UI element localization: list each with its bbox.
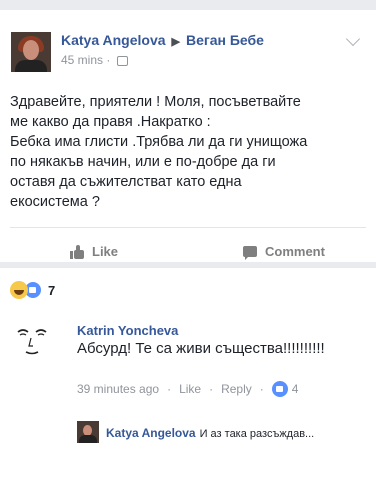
author-name[interactable]: Katya Angelova (61, 32, 166, 48)
reply-author-name[interactable]: Katya Angelova (106, 426, 196, 440)
like-reaction-icon (271, 381, 288, 397)
post-card: Katya Angelova ▶ Веган Бебе 45 mins · Здра… (0, 10, 376, 262)
author-avatar[interactable] (11, 32, 51, 72)
reply-text: И аз така разсъждав... (199, 428, 315, 440)
commenter-avatar[interactable] (12, 320, 52, 360)
comment-label: Comment (265, 244, 325, 259)
comments-section: 7 Katrin Yoncheva Абсурд! Те са живи същ… (0, 268, 376, 494)
post-text: Здравейте, приятели ! Моля, посъветвайте… (10, 94, 308, 210)
haha-reaction-icon (10, 281, 28, 299)
thumbs-up-icon (70, 244, 84, 259)
comment-reply-button[interactable]: Reply (221, 382, 252, 396)
comment-like-button[interactable]: Like (179, 382, 201, 396)
post-body: Здравейте, приятели ! Моля, посъветвайте… (10, 92, 366, 212)
comment-time[interactable]: 39 minutes ago (77, 382, 159, 396)
comment-icon (243, 246, 257, 260)
comment-button[interactable]: Comment (243, 244, 325, 260)
post-header: Katya Angelova ▶ Веган Бебе (61, 32, 264, 48)
like-button[interactable]: Like (70, 244, 118, 259)
chevron-down-icon[interactable] (345, 31, 361, 47)
group-name[interactable]: Веган Бебе (186, 32, 264, 48)
comment-like-count[interactable]: 4 (292, 382, 299, 396)
reactions-summary[interactable]: 7 (10, 281, 55, 299)
commenter-name[interactable]: Katrin Yoncheva (77, 323, 178, 338)
like-label: Like (92, 244, 119, 259)
comment-meta: 39 minutes ago · Like · Reply · 4 (77, 381, 299, 397)
post-meta: 45 mins · (61, 53, 128, 67)
reply-preview[interactable]: Katya Angelova И аз така разсъждав... (106, 426, 314, 440)
reaction-count: 7 (48, 282, 56, 298)
sketch-face-icon (17, 329, 47, 355)
reply-author-avatar[interactable] (77, 421, 99, 443)
group-privacy-icon (116, 55, 128, 66)
comment-text: Абсурд! Те са живи същества!!!!!!!!!! (77, 340, 325, 357)
divider (10, 227, 366, 228)
arrow-right-icon: ▶ (171, 36, 180, 48)
post-time[interactable]: 45 mins (61, 53, 103, 67)
